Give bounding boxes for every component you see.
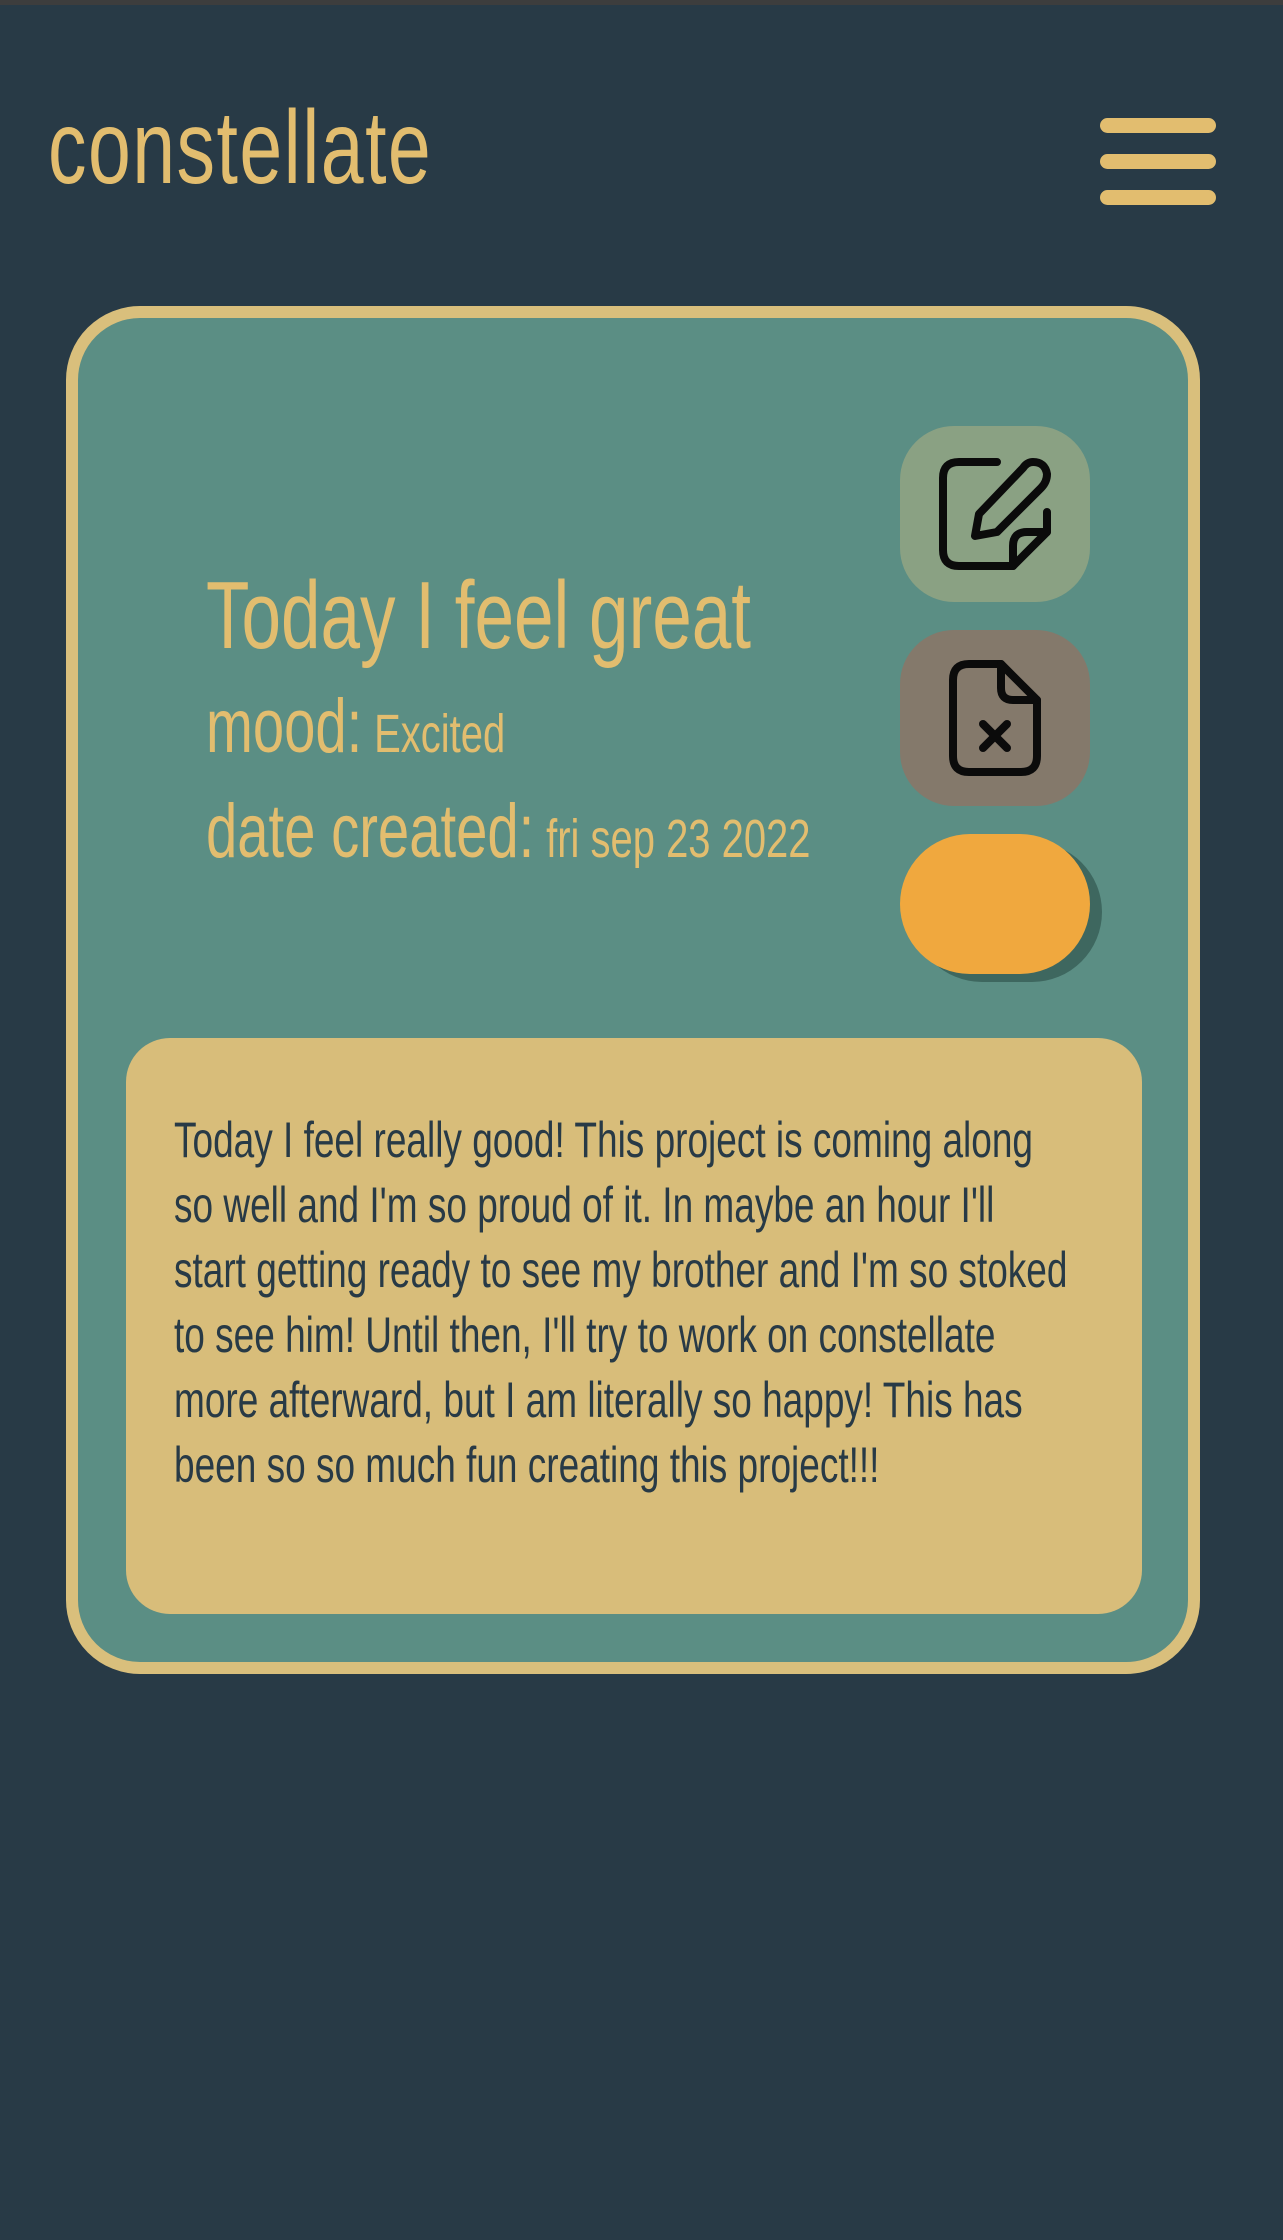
journal-entry-card: Today I feel great mood: Excited date cre… <box>66 306 1200 1674</box>
menu-bar-top <box>1100 118 1216 133</box>
mood-label: mood: <box>206 684 363 769</box>
date-label: date created: <box>206 789 535 874</box>
file-x-icon <box>949 660 1041 776</box>
entry-body-text: Today I feel really good! This project i… <box>174 1112 1068 1493</box>
entry-body-panel: Today I feel really good! This project i… <box>126 1038 1142 1614</box>
app-title: constellate <box>48 90 433 206</box>
mood-row: mood: Excited <box>206 689 505 765</box>
edit-entry-button[interactable] <box>900 426 1090 602</box>
date-row: date created: fri sep 23 2022 <box>206 794 811 870</box>
menu-bar-middle <box>1100 154 1216 169</box>
window-top-border <box>0 0 1283 5</box>
hamburger-menu-icon[interactable] <box>1100 114 1224 214</box>
edit-icon <box>939 458 1051 570</box>
entry-title: Today I feel great <box>206 562 751 669</box>
delete-entry-button[interactable] <box>900 630 1090 806</box>
toggle-button[interactable] <box>900 834 1090 974</box>
mood-value: Excited <box>374 704 506 764</box>
menu-bar-bottom <box>1100 190 1216 205</box>
date-value: fri sep 23 2022 <box>546 809 811 869</box>
